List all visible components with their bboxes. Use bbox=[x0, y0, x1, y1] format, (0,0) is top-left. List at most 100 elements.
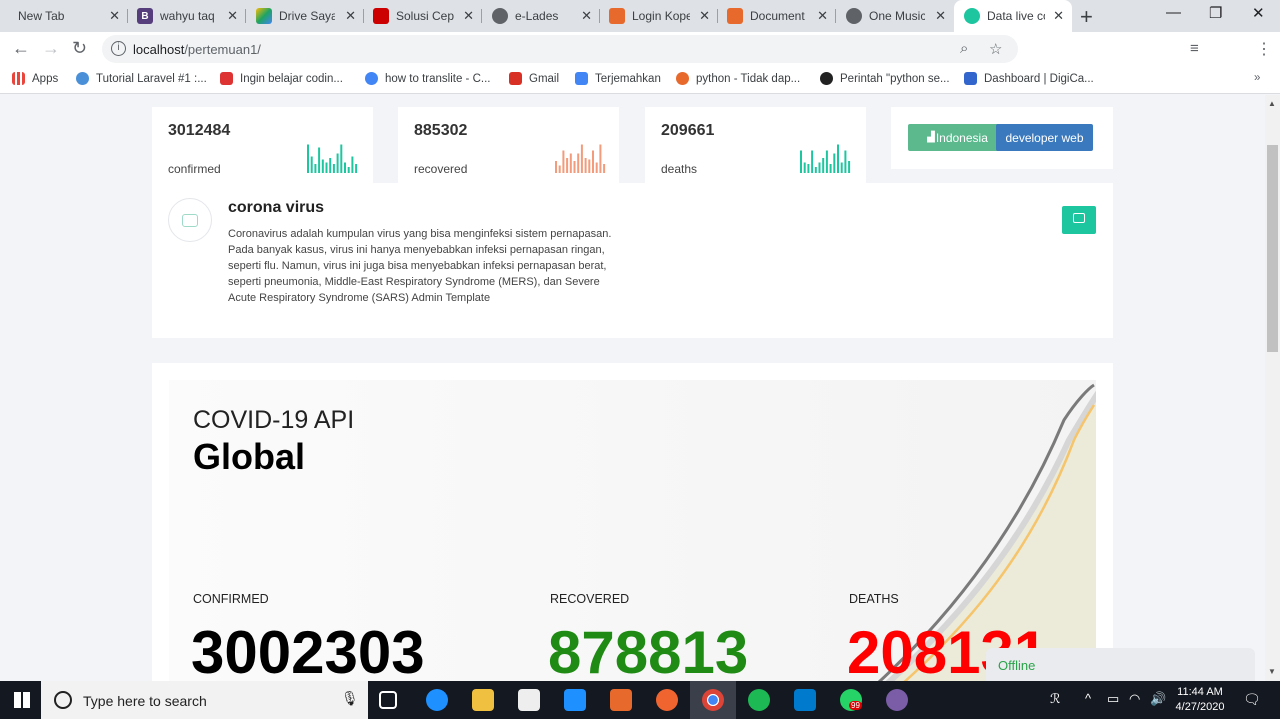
inbox-button[interactable] bbox=[1062, 206, 1096, 234]
bookmark-item[interactable]: Tutorial Laravel #1 :... bbox=[76, 72, 207, 85]
chevron-up-icon[interactable]: ^ bbox=[1085, 691, 1091, 706]
close-icon[interactable]: ✕ bbox=[345, 8, 356, 24]
bookmark-icon bbox=[220, 72, 233, 85]
sparkline-bar bbox=[351, 156, 354, 173]
bookmark-apps[interactable]: Apps bbox=[12, 72, 58, 85]
bookmark-item[interactable]: Gmail bbox=[509, 72, 559, 85]
offline-status: Offline bbox=[986, 648, 1255, 681]
sparkline-bar bbox=[584, 158, 587, 173]
scroll-up-icon[interactable]: ▲ bbox=[1268, 99, 1276, 108]
page-scrollbar[interactable]: ▲ ▼ bbox=[1265, 95, 1280, 681]
sparkline-bar bbox=[555, 161, 557, 173]
bookmark-item[interactable]: Dashboard | DigiCa... bbox=[964, 72, 1094, 85]
restore-icon[interactable]: ❐ bbox=[1209, 4, 1222, 22]
windows-taskbar: Type here to search 🎙 99 ℛ ^ ▭ ◠ 🔊 11:44… bbox=[0, 681, 1280, 719]
stat-card-deaths: 209661 deaths bbox=[645, 107, 866, 187]
stat-card-confirmed: 3012484 confirmed bbox=[152, 107, 373, 187]
close-icon[interactable]: ✕ bbox=[227, 8, 238, 24]
deaths-label: DEATHS bbox=[849, 592, 899, 606]
close-icon[interactable]: ✕ bbox=[109, 8, 120, 24]
whatsapp-icon[interactable]: 99 bbox=[840, 689, 862, 711]
new-tab-button[interactable]: + bbox=[1080, 4, 1093, 30]
star-icon[interactable]: ☆ bbox=[989, 40, 1002, 58]
address-bar[interactable]: i localhost/pertemuan1/ ⌕ ☆ bbox=[102, 35, 1018, 63]
sublime-icon[interactable] bbox=[656, 689, 678, 711]
vscode-icon[interactable] bbox=[794, 689, 816, 711]
close-icon[interactable]: ✕ bbox=[817, 8, 828, 24]
windows-start-icon[interactable] bbox=[14, 692, 30, 708]
forward-icon[interactable]: → bbox=[42, 38, 60, 59]
close-icon[interactable]: ✕ bbox=[463, 8, 474, 24]
close-icon[interactable]: ✕ bbox=[935, 8, 946, 24]
sparkline-bar bbox=[603, 164, 606, 173]
tab-label: Drive Saya - bbox=[279, 9, 335, 23]
bookmark-item[interactable]: python - Tidak dap... bbox=[676, 72, 800, 85]
close-icon[interactable]: ✕ bbox=[1053, 8, 1064, 24]
wifi-icon[interactable]: ◠ bbox=[1129, 691, 1140, 707]
zoom-icon[interactable]: ⌕ bbox=[960, 40, 968, 57]
network-icon[interactable]: ▭ bbox=[1107, 691, 1119, 707]
menu-icon[interactable]: ⋮ bbox=[1256, 39, 1272, 59]
xampp-icon bbox=[609, 8, 625, 24]
info-icon[interactable]: i bbox=[111, 41, 126, 56]
scrollbar-thumb[interactable] bbox=[1267, 145, 1278, 352]
media-icon[interactable]: ≡ bbox=[1190, 40, 1199, 57]
url-text[interactable]: localhost/pertemuan1/ bbox=[133, 42, 261, 57]
app-icon[interactable] bbox=[886, 689, 908, 711]
close-icon[interactable]: ✕ bbox=[581, 8, 592, 24]
translate-icon bbox=[575, 72, 588, 85]
close-icon[interactable]: ✕ bbox=[699, 8, 710, 24]
tab-label: e-Lades bbox=[515, 9, 559, 23]
tab-onemusic[interactable]: One Music ✕ bbox=[836, 0, 954, 32]
sparkline-bar bbox=[325, 162, 328, 173]
gmail-icon bbox=[509, 72, 522, 85]
bookmark-item[interactable]: how to translite - C... bbox=[365, 72, 490, 85]
stat-label: confirmed bbox=[168, 162, 221, 176]
microphone-icon[interactable]: 🎙 bbox=[341, 690, 359, 707]
system-clock[interactable]: 11:44 AM 4/27/2020 bbox=[1168, 685, 1232, 715]
tab-document[interactable]: Document ✕ bbox=[718, 0, 836, 32]
tab-label: One Music bbox=[869, 9, 925, 23]
minimize-icon[interactable]: — bbox=[1166, 4, 1181, 21]
tab-new-tab[interactable]: New Tab ✕ bbox=[0, 0, 128, 32]
apps-icon bbox=[12, 72, 25, 85]
edge-icon[interactable] bbox=[426, 689, 448, 711]
sparkline-bar bbox=[332, 164, 335, 173]
reload-icon[interactable]: ↻ bbox=[72, 38, 87, 59]
tab-data-live[interactable]: Data live co ✕ bbox=[954, 0, 1072, 32]
xampp-icon[interactable] bbox=[610, 689, 632, 711]
tab-login[interactable]: Login Kope ✕ bbox=[600, 0, 718, 32]
sparkline-bar bbox=[825, 150, 828, 173]
tab-drive[interactable]: Drive Saya - ✕ bbox=[246, 0, 364, 32]
more-bookmarks-icon[interactable]: » bbox=[1254, 72, 1260, 84]
spotify-icon[interactable] bbox=[748, 689, 770, 711]
developer-web-button[interactable]: developer web bbox=[996, 124, 1093, 151]
bookmark-item[interactable]: Perintah "python se... bbox=[820, 72, 950, 85]
region-title: Global bbox=[193, 436, 306, 477]
about-description: Coronavirus adalah kumpulan virus yang b… bbox=[228, 228, 612, 304]
mail-icon[interactable] bbox=[564, 689, 586, 711]
tab-wahyu[interactable]: B wahyu taqdi ✕ bbox=[128, 0, 246, 32]
file-explorer-icon[interactable] bbox=[472, 689, 494, 711]
sparkline-bar bbox=[814, 167, 817, 173]
store-icon[interactable] bbox=[518, 689, 540, 711]
bootstrap-icon: B bbox=[137, 8, 153, 24]
sparkline-bar bbox=[318, 147, 321, 173]
scroll-down-icon[interactable]: ▼ bbox=[1268, 667, 1276, 676]
volume-icon[interactable]: 🔊 bbox=[1150, 691, 1166, 707]
bookmark-item[interactable]: Terjemahkan bbox=[575, 72, 661, 85]
indonesia-button[interactable]: ▟ Indonesia bbox=[908, 124, 1007, 151]
back-icon[interactable]: ← bbox=[12, 38, 30, 59]
sparkline-bar bbox=[566, 158, 569, 173]
tab-solusi[interactable]: Solusi Cepa ✕ bbox=[364, 0, 482, 32]
sparkline-bar bbox=[837, 144, 839, 173]
bookmark-item[interactable]: Ingin belajar codin... bbox=[220, 72, 343, 85]
window-close-icon[interactable]: ✕ bbox=[1252, 4, 1265, 22]
taskbar-search[interactable]: Type here to search 🎙 bbox=[41, 681, 368, 719]
chrome-icon[interactable] bbox=[702, 689, 724, 711]
task-view-icon[interactable] bbox=[379, 691, 397, 709]
bookmark-icon bbox=[964, 72, 977, 85]
tab-elades[interactable]: e-Lades ✕ bbox=[482, 0, 600, 32]
people-icon[interactable]: ℛ bbox=[1050, 691, 1060, 707]
notification-icon[interactable]: 🗨 bbox=[1243, 691, 1261, 708]
